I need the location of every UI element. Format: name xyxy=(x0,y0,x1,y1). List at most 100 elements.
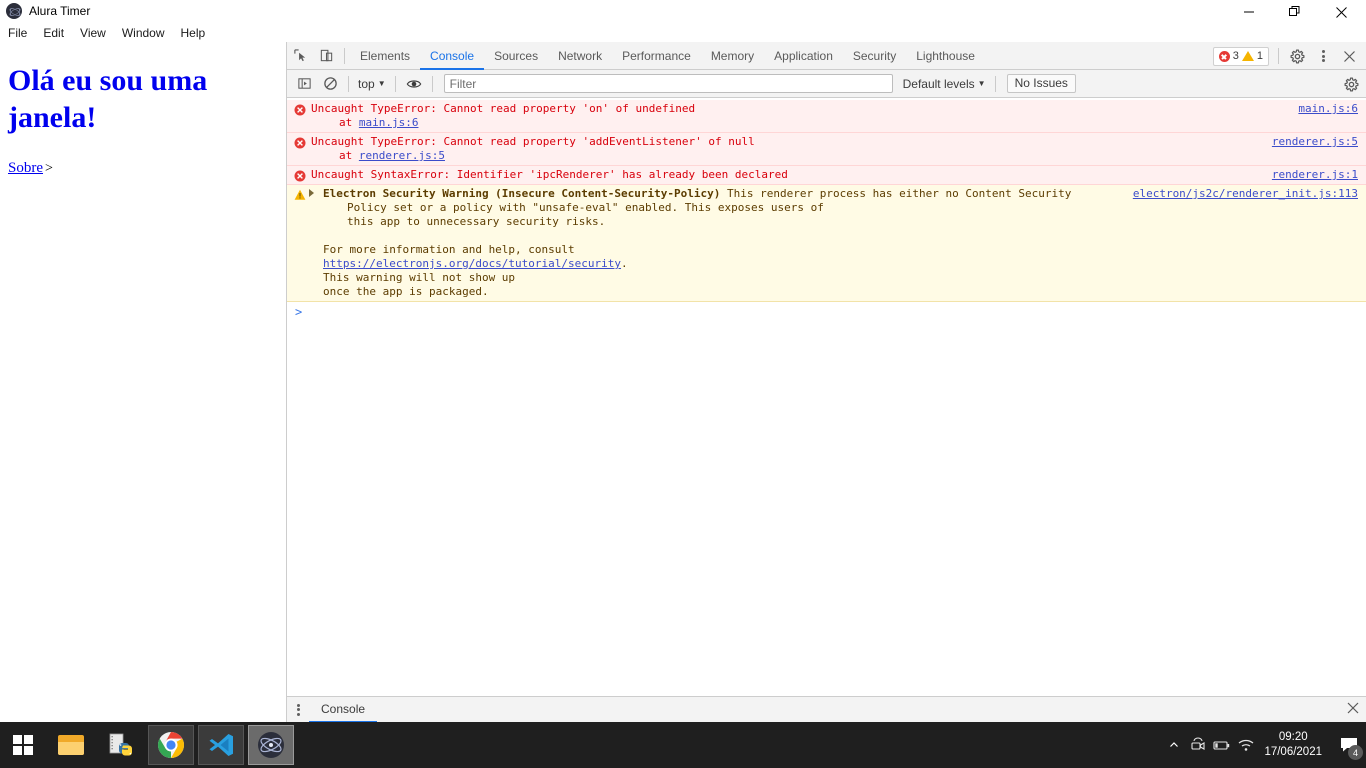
console-message-error[interactable]: Uncaught SyntaxError: Identifier 'ipcRen… xyxy=(287,166,1366,185)
kebab-menu-icon[interactable] xyxy=(287,697,309,723)
expand-arrow-icon[interactable] xyxy=(309,189,314,197)
console-message-text: Uncaught TypeError: Cannot read property… xyxy=(311,102,696,115)
console-message-warning[interactable]: Electron Security Warning (Insecure Cont… xyxy=(287,185,1366,302)
warning-line-4: For more information and help, consult xyxy=(323,243,575,256)
tab-console[interactable]: Console xyxy=(420,42,484,70)
console-stack-line: at main.js:6 xyxy=(311,116,1366,130)
battery-icon[interactable] xyxy=(1210,722,1234,768)
stack-prefix: at xyxy=(339,149,359,162)
message-source-link[interactable]: main.js:6 xyxy=(1298,102,1358,116)
system-tray: 09:20 17/06/2021 4 xyxy=(1162,722,1366,768)
menu-item-edit[interactable]: Edit xyxy=(35,23,72,43)
toolbar-divider xyxy=(348,75,349,92)
close-icon[interactable] xyxy=(1318,0,1364,24)
clear-console-icon[interactable] xyxy=(317,71,343,97)
about-link-row: Sobre > xyxy=(0,160,286,177)
device-toolbar-icon[interactable] xyxy=(313,43,339,69)
warning-line-5: This warning will not show up xyxy=(323,271,516,284)
tab-memory[interactable]: Memory xyxy=(701,42,764,70)
windows-start-icon[interactable] xyxy=(0,722,46,768)
window-title: Alura Timer xyxy=(29,4,91,18)
minimize-icon[interactable] xyxy=(1226,0,1272,24)
security-docs-link[interactable]: https://electronjs.org/docs/tutorial/sec… xyxy=(323,257,621,270)
filter-input[interactable] xyxy=(443,74,893,93)
message-source-link[interactable]: renderer.js:1 xyxy=(1272,168,1358,182)
maximize-icon[interactable] xyxy=(1272,0,1318,24)
console-message-text: Uncaught SyntaxError: Identifier 'ipcRen… xyxy=(311,168,788,181)
error-icon xyxy=(294,137,306,149)
toolbar-divider xyxy=(344,47,345,64)
execution-context-value: top xyxy=(358,76,375,91)
close-icon[interactable] xyxy=(1336,43,1362,69)
menu-item-window[interactable]: Window xyxy=(114,23,173,43)
error-icon xyxy=(294,170,306,182)
warning-line-6: once the app is packaged. xyxy=(323,285,489,298)
warning-body: Electron Security Warning (Insecure Cont… xyxy=(311,187,1366,299)
clock-date: 17/06/2021 xyxy=(1264,746,1322,758)
page-content: Olá eu sou uma janela! Sobre > xyxy=(0,52,286,177)
tab-security[interactable]: Security xyxy=(843,42,906,70)
chevron-down-icon: ▼ xyxy=(377,79,386,88)
console-sidebar-icon[interactable] xyxy=(291,71,317,97)
electron-app-icon[interactable] xyxy=(248,725,294,765)
stack-link[interactable]: renderer.js:5 xyxy=(359,149,445,162)
devtools-tab-bar: Elements Console Sources Network Perform… xyxy=(287,42,1366,70)
tab-sources[interactable]: Sources xyxy=(484,42,548,70)
tab-network[interactable]: Network xyxy=(548,42,612,70)
kebab-menu-icon[interactable] xyxy=(1310,43,1336,69)
stack-link[interactable]: main.js:6 xyxy=(359,116,419,129)
toolbar-divider xyxy=(994,75,996,92)
execution-context-dropdown[interactable]: top ▼ xyxy=(354,77,390,91)
close-icon[interactable] xyxy=(1346,701,1360,720)
taskbar-clock[interactable]: 09:20 17/06/2021 xyxy=(1258,730,1332,760)
chevron-down-icon: ▼ xyxy=(977,79,986,88)
toolbar-divider xyxy=(1278,48,1279,64)
wifi-icon[interactable] xyxy=(1234,722,1258,768)
no-issues-button[interactable]: No Issues xyxy=(1006,74,1076,93)
issue-counter[interactable]: 3 1 xyxy=(1212,46,1269,66)
log-levels-dropdown[interactable]: Default levels ▼ xyxy=(899,77,990,91)
menu-item-help[interactable]: Help xyxy=(173,23,214,43)
console-message-list[interactable]: Uncaught TypeError: Cannot read property… xyxy=(287,100,1366,696)
message-source-link[interactable]: electron/js2c/renderer_init.js:113 xyxy=(1133,187,1358,201)
live-expression-eye-icon[interactable] xyxy=(401,71,427,97)
warning-title: Electron Security Warning (Insecure Cont… xyxy=(323,187,721,200)
devtools-panel: Elements Console Sources Network Perform… xyxy=(286,42,1366,722)
windows-taskbar: 09:20 17/06/2021 4 xyxy=(0,722,1366,768)
console-message-error[interactable]: Uncaught TypeError: Cannot read property… xyxy=(287,133,1366,166)
console-message-text: Uncaught TypeError: Cannot read property… xyxy=(311,135,755,148)
warning-count-icon xyxy=(1241,51,1254,61)
drawer-tab-console[interactable]: Console xyxy=(309,697,377,723)
title-bar: Alura Timer xyxy=(0,0,1366,22)
tab-elements[interactable]: Elements xyxy=(350,42,420,70)
inspect-element-icon[interactable] xyxy=(287,43,313,69)
devtools-tabbar-right: 3 1 xyxy=(1212,42,1366,70)
console-message-error[interactable]: Uncaught TypeError: Cannot read property… xyxy=(287,100,1366,133)
toolbar-divider xyxy=(431,75,433,92)
tab-performance[interactable]: Performance xyxy=(612,42,701,70)
visual-studio-code-icon[interactable] xyxy=(198,725,244,765)
about-link-arrow: > xyxy=(45,161,53,176)
menu-item-view[interactable]: View xyxy=(72,23,114,43)
tab-lighthouse[interactable]: Lighthouse xyxy=(906,42,985,70)
tab-application[interactable]: Application xyxy=(764,42,843,70)
camera-privacy-icon[interactable] xyxy=(1186,722,1210,768)
python-idle-icon[interactable] xyxy=(98,725,144,765)
about-link[interactable]: Sobre xyxy=(8,160,43,176)
gear-icon[interactable] xyxy=(1284,43,1310,69)
error-icon xyxy=(294,104,306,116)
menu-item-file[interactable]: File xyxy=(0,23,35,43)
console-toolbar: top ▼ Default levels ▼ No Issues xyxy=(287,70,1366,98)
log-levels-value: Default levels xyxy=(902,76,975,91)
google-chrome-icon[interactable] xyxy=(148,725,194,765)
action-center-icon[interactable]: 4 xyxy=(1332,722,1366,768)
message-source-link[interactable]: renderer.js:5 xyxy=(1272,135,1358,149)
gear-icon[interactable] xyxy=(1338,71,1364,97)
show-hidden-icons-chevron[interactable] xyxy=(1162,722,1186,768)
page-title: Olá eu sou uma janela! xyxy=(8,64,208,134)
file-explorer-icon[interactable] xyxy=(48,725,94,765)
error-count-icon xyxy=(1218,50,1230,62)
menu-bar: File Edit View Window Help xyxy=(0,23,213,43)
clock-time: 09:20 xyxy=(1278,731,1308,743)
console-input-prompt[interactable]: > xyxy=(287,302,1366,322)
